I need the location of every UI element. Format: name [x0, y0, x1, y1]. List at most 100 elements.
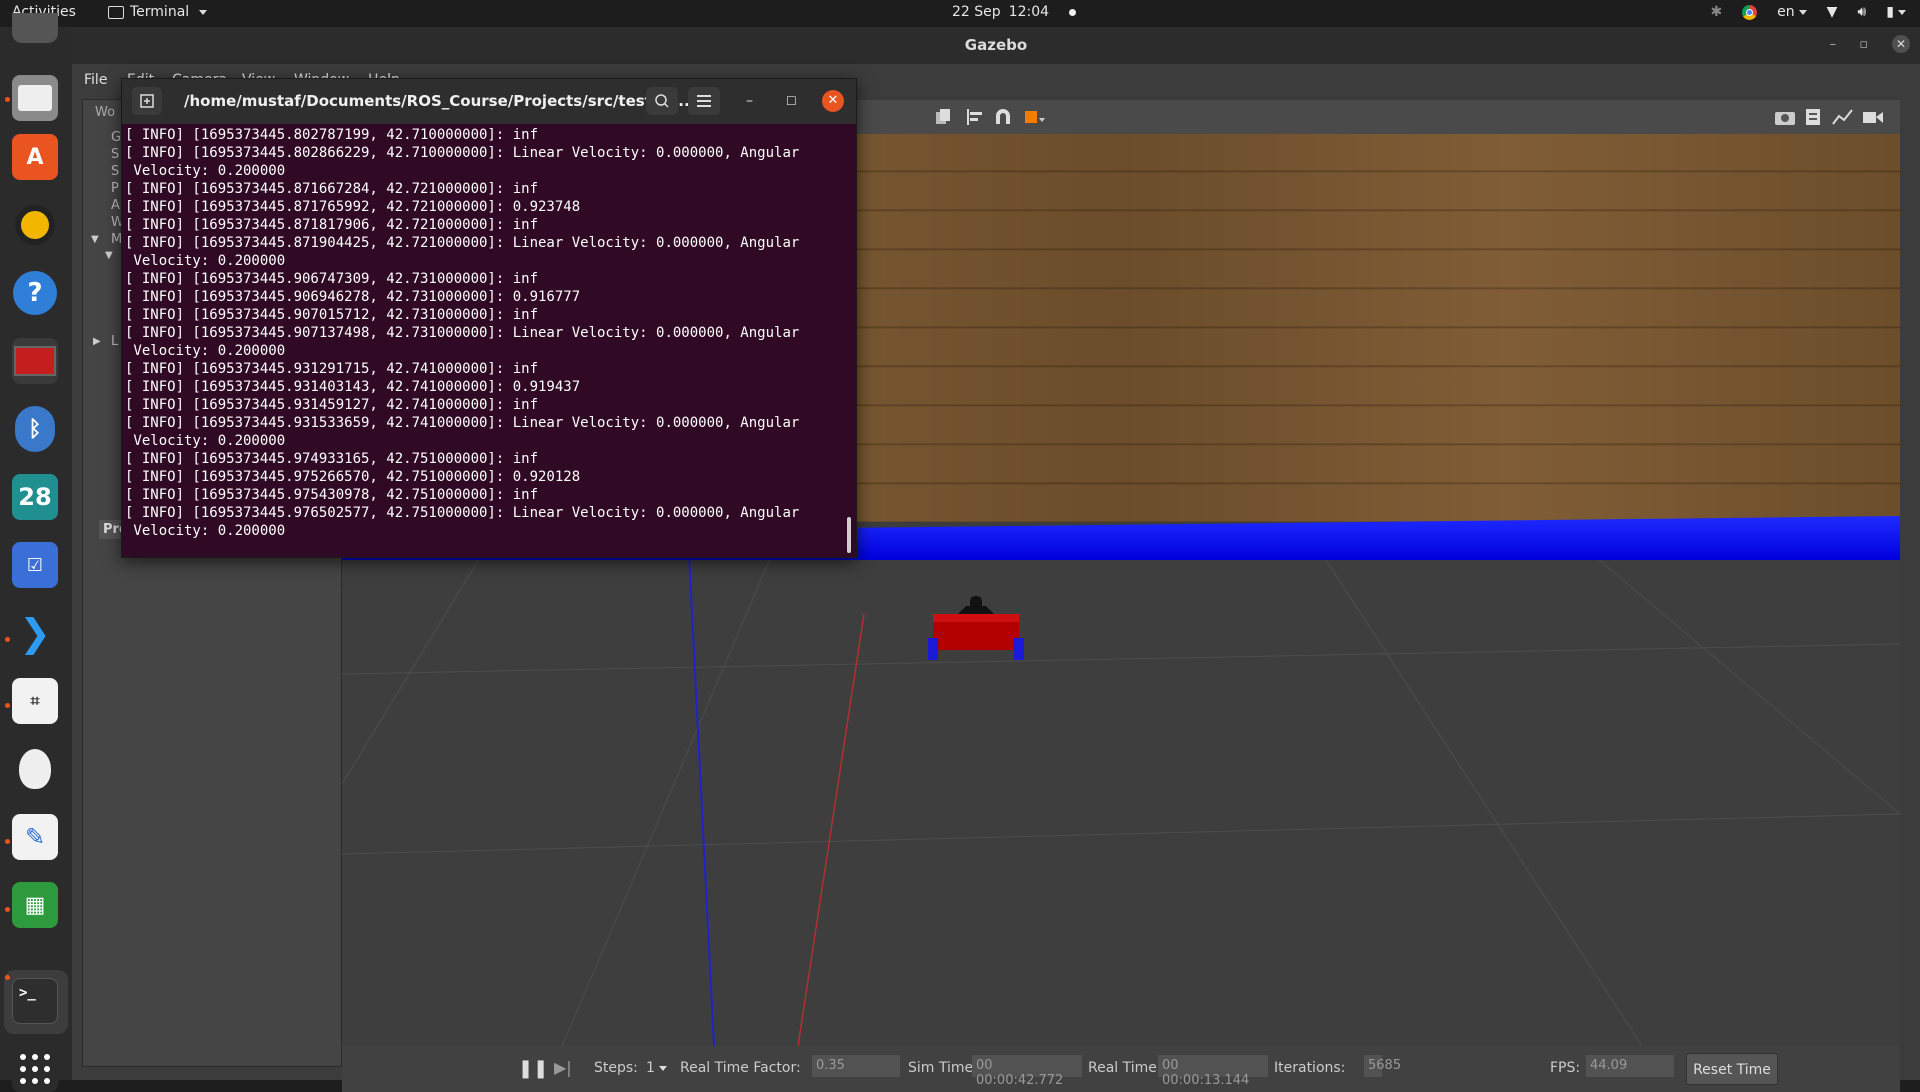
- iterations-label: Iterations:: [1274, 1060, 1346, 1076]
- tree-item[interactable]: S: [111, 147, 119, 162]
- terminal-line: Velocity: 0.200000: [125, 433, 286, 449]
- calendar-icon[interactable]: 28: [12, 474, 58, 520]
- chevron-down-icon: [199, 9, 208, 15]
- wifi-icon[interactable]: ▼: [1827, 4, 1838, 20]
- battery-icon[interactable]: ▮: [1886, 4, 1906, 20]
- chevron-down-icon: [1798, 9, 1807, 15]
- search-icon: [655, 94, 669, 108]
- fps-field: 44.09: [1586, 1055, 1674, 1077]
- close-button[interactable]: ✕: [822, 90, 844, 112]
- terminal-icon: [108, 5, 124, 19]
- terminal-line: [ INFO] [1695373445.974933165, 42.751000…: [125, 451, 539, 467]
- maximize-button[interactable]: ☐: [786, 94, 797, 108]
- bluetooth-status-icon[interactable]: ✱: [1710, 4, 1722, 20]
- text-editor-icon[interactable]: ✎: [12, 814, 58, 860]
- running-indicator: [5, 703, 10, 708]
- expand-arrow-icon[interactable]: ▼: [105, 250, 113, 261]
- fps-label: FPS:: [1550, 1060, 1581, 1076]
- menu-file[interactable]: File: [84, 72, 107, 88]
- panel-tab-world[interactable]: Wo: [95, 105, 115, 120]
- tree-item[interactable]: S: [111, 164, 119, 179]
- search-button[interactable]: [646, 87, 678, 115]
- terminal-output[interactable]: [ INFO] [1695373445.802787199, 42.710000…: [125, 126, 849, 554]
- tree-item[interactable]: P: [111, 181, 119, 196]
- volume-icon[interactable]: 🔊︎: [1857, 4, 1866, 20]
- system-tray[interactable]: ✱ en ▼ 🔊︎ ▮: [1710, 4, 1906, 20]
- software-icon[interactable]: A: [12, 134, 58, 180]
- terminal-line: [ INFO] [1695373445.976502577, 42.751000…: [125, 505, 800, 521]
- terminal-line: [ INFO] [1695373445.906747309, 42.731000…: [125, 271, 539, 287]
- app-grid-icon[interactable]: [12, 1046, 58, 1092]
- steps-spinner[interactable]: 1: [646, 1060, 667, 1076]
- bluetooth-icon[interactable]: ᛒ: [12, 406, 58, 452]
- steps-value: 1: [646, 1060, 655, 1076]
- rtf-field: 0.35: [812, 1055, 900, 1077]
- collapse-arrow-icon[interactable]: ▶: [93, 336, 101, 347]
- hamburger-menu-button[interactable]: [688, 87, 720, 115]
- egg-icon[interactable]: [12, 746, 58, 792]
- plot-icon[interactable]: [1832, 108, 1854, 126]
- tree-item[interactable]: A: [111, 198, 120, 213]
- robot-model[interactable]: [928, 592, 1024, 662]
- terminal-icon[interactable]: >_: [12, 978, 58, 1024]
- terminal-line: [ INFO] [1695373445.931459127, 42.741000…: [125, 397, 539, 413]
- step-button[interactable]: ▶|: [554, 1058, 572, 1077]
- system-monitor-icon[interactable]: [12, 338, 58, 384]
- ground-plane: [342, 554, 1900, 1046]
- expand-arrow-icon[interactable]: ▼: [91, 234, 99, 245]
- video-record-icon[interactable]: [1862, 108, 1884, 126]
- align-icon[interactable]: [966, 108, 984, 126]
- new-tab-icon: [140, 94, 154, 108]
- app-menu-label: Terminal: [130, 4, 190, 20]
- terminal-line: [ INFO] [1695373445.907137498, 42.731000…: [125, 325, 800, 341]
- scrollbar-thumb[interactable]: [847, 517, 851, 553]
- terminal-line: [ INFO] [1695373445.871765992, 42.721000…: [125, 199, 581, 215]
- terminal-line: [ INFO] [1695373445.871904425, 42.721000…: [125, 235, 800, 251]
- help-icon[interactable]: ?: [12, 270, 58, 316]
- app-menu[interactable]: Terminal: [108, 4, 208, 20]
- reset-time-button[interactable]: Reset Time: [1686, 1053, 1778, 1085]
- running-indicator: [5, 975, 10, 980]
- terminal-line: Velocity: 0.200000: [125, 523, 286, 539]
- dock-top-partial-icon[interactable]: [12, 13, 58, 43]
- terminal-header-bar[interactable]: /home/mustaf/Documents/ROS_Course/Projec…: [122, 79, 856, 124]
- chrome-icon[interactable]: [1742, 4, 1758, 20]
- change-view-icon[interactable]: [1024, 108, 1050, 126]
- terminal-window[interactable]: /home/mustaf/Documents/ROS_Course/Projec…: [121, 78, 857, 558]
- ground-grid: [342, 554, 1900, 1046]
- terminal-line: [ INFO] [1695373445.907015712, 42.731000…: [125, 307, 539, 323]
- close-button[interactable]: ✕: [1892, 35, 1910, 53]
- terminal-line: Velocity: 0.200000: [125, 163, 286, 179]
- log-icon[interactable]: [1804, 108, 1822, 126]
- terminal-line: [ INFO] [1695373445.931291715, 42.741000…: [125, 361, 539, 377]
- running-indicator: [5, 907, 10, 912]
- tree-item[interactable]: G: [111, 130, 121, 145]
- language-selector[interactable]: en: [1777, 4, 1807, 20]
- copy-icon[interactable]: [934, 108, 952, 126]
- snap-magnet-icon[interactable]: [994, 108, 1012, 126]
- running-indicator: [5, 839, 10, 844]
- steps-label: Steps:: [594, 1060, 638, 1076]
- terminal-title: /home/mustaf/Documents/ROS_Course/Projec…: [184, 92, 690, 110]
- reader-icon[interactable]: ⌗: [12, 678, 58, 724]
- rhythmbox-icon[interactable]: [12, 202, 58, 248]
- screenshot-camera-icon[interactable]: [1774, 108, 1796, 126]
- terminal-line: [ INFO] [1695373445.802866229, 42.710000…: [125, 145, 800, 161]
- window-title: Gazebo: [964, 36, 1028, 54]
- minimize-button[interactable]: –: [1830, 37, 1837, 52]
- top-bar: Activities Terminal 22 Sep 12:04 ✱ en ▼ …: [0, 0, 1920, 27]
- sim-time-field: 00 00:00:42.772: [972, 1055, 1082, 1088]
- terminal-line: [ INFO] [1695373445.975266570, 42.751000…: [125, 469, 581, 485]
- terminal-line: [ INFO] [1695373445.931403143, 42.741000…: [125, 379, 581, 395]
- spreadsheet-icon[interactable]: ▦: [12, 882, 58, 928]
- files-icon[interactable]: [12, 75, 58, 121]
- pause-button[interactable]: ❚❚: [518, 1058, 548, 1079]
- vscode-icon[interactable]: ❯: [12, 610, 58, 656]
- clock[interactable]: 22 Sep 12:04: [952, 4, 1077, 20]
- gazebo-title-bar[interactable]: Gazebo: [72, 27, 1920, 64]
- tasks-icon[interactable]: ☑: [12, 542, 58, 588]
- maximize-button[interactable]: ▫: [1859, 37, 1868, 52]
- new-tab-button[interactable]: [132, 87, 162, 115]
- minimize-button[interactable]: –: [746, 93, 753, 109]
- tree-item-lights[interactable]: L: [111, 334, 118, 349]
